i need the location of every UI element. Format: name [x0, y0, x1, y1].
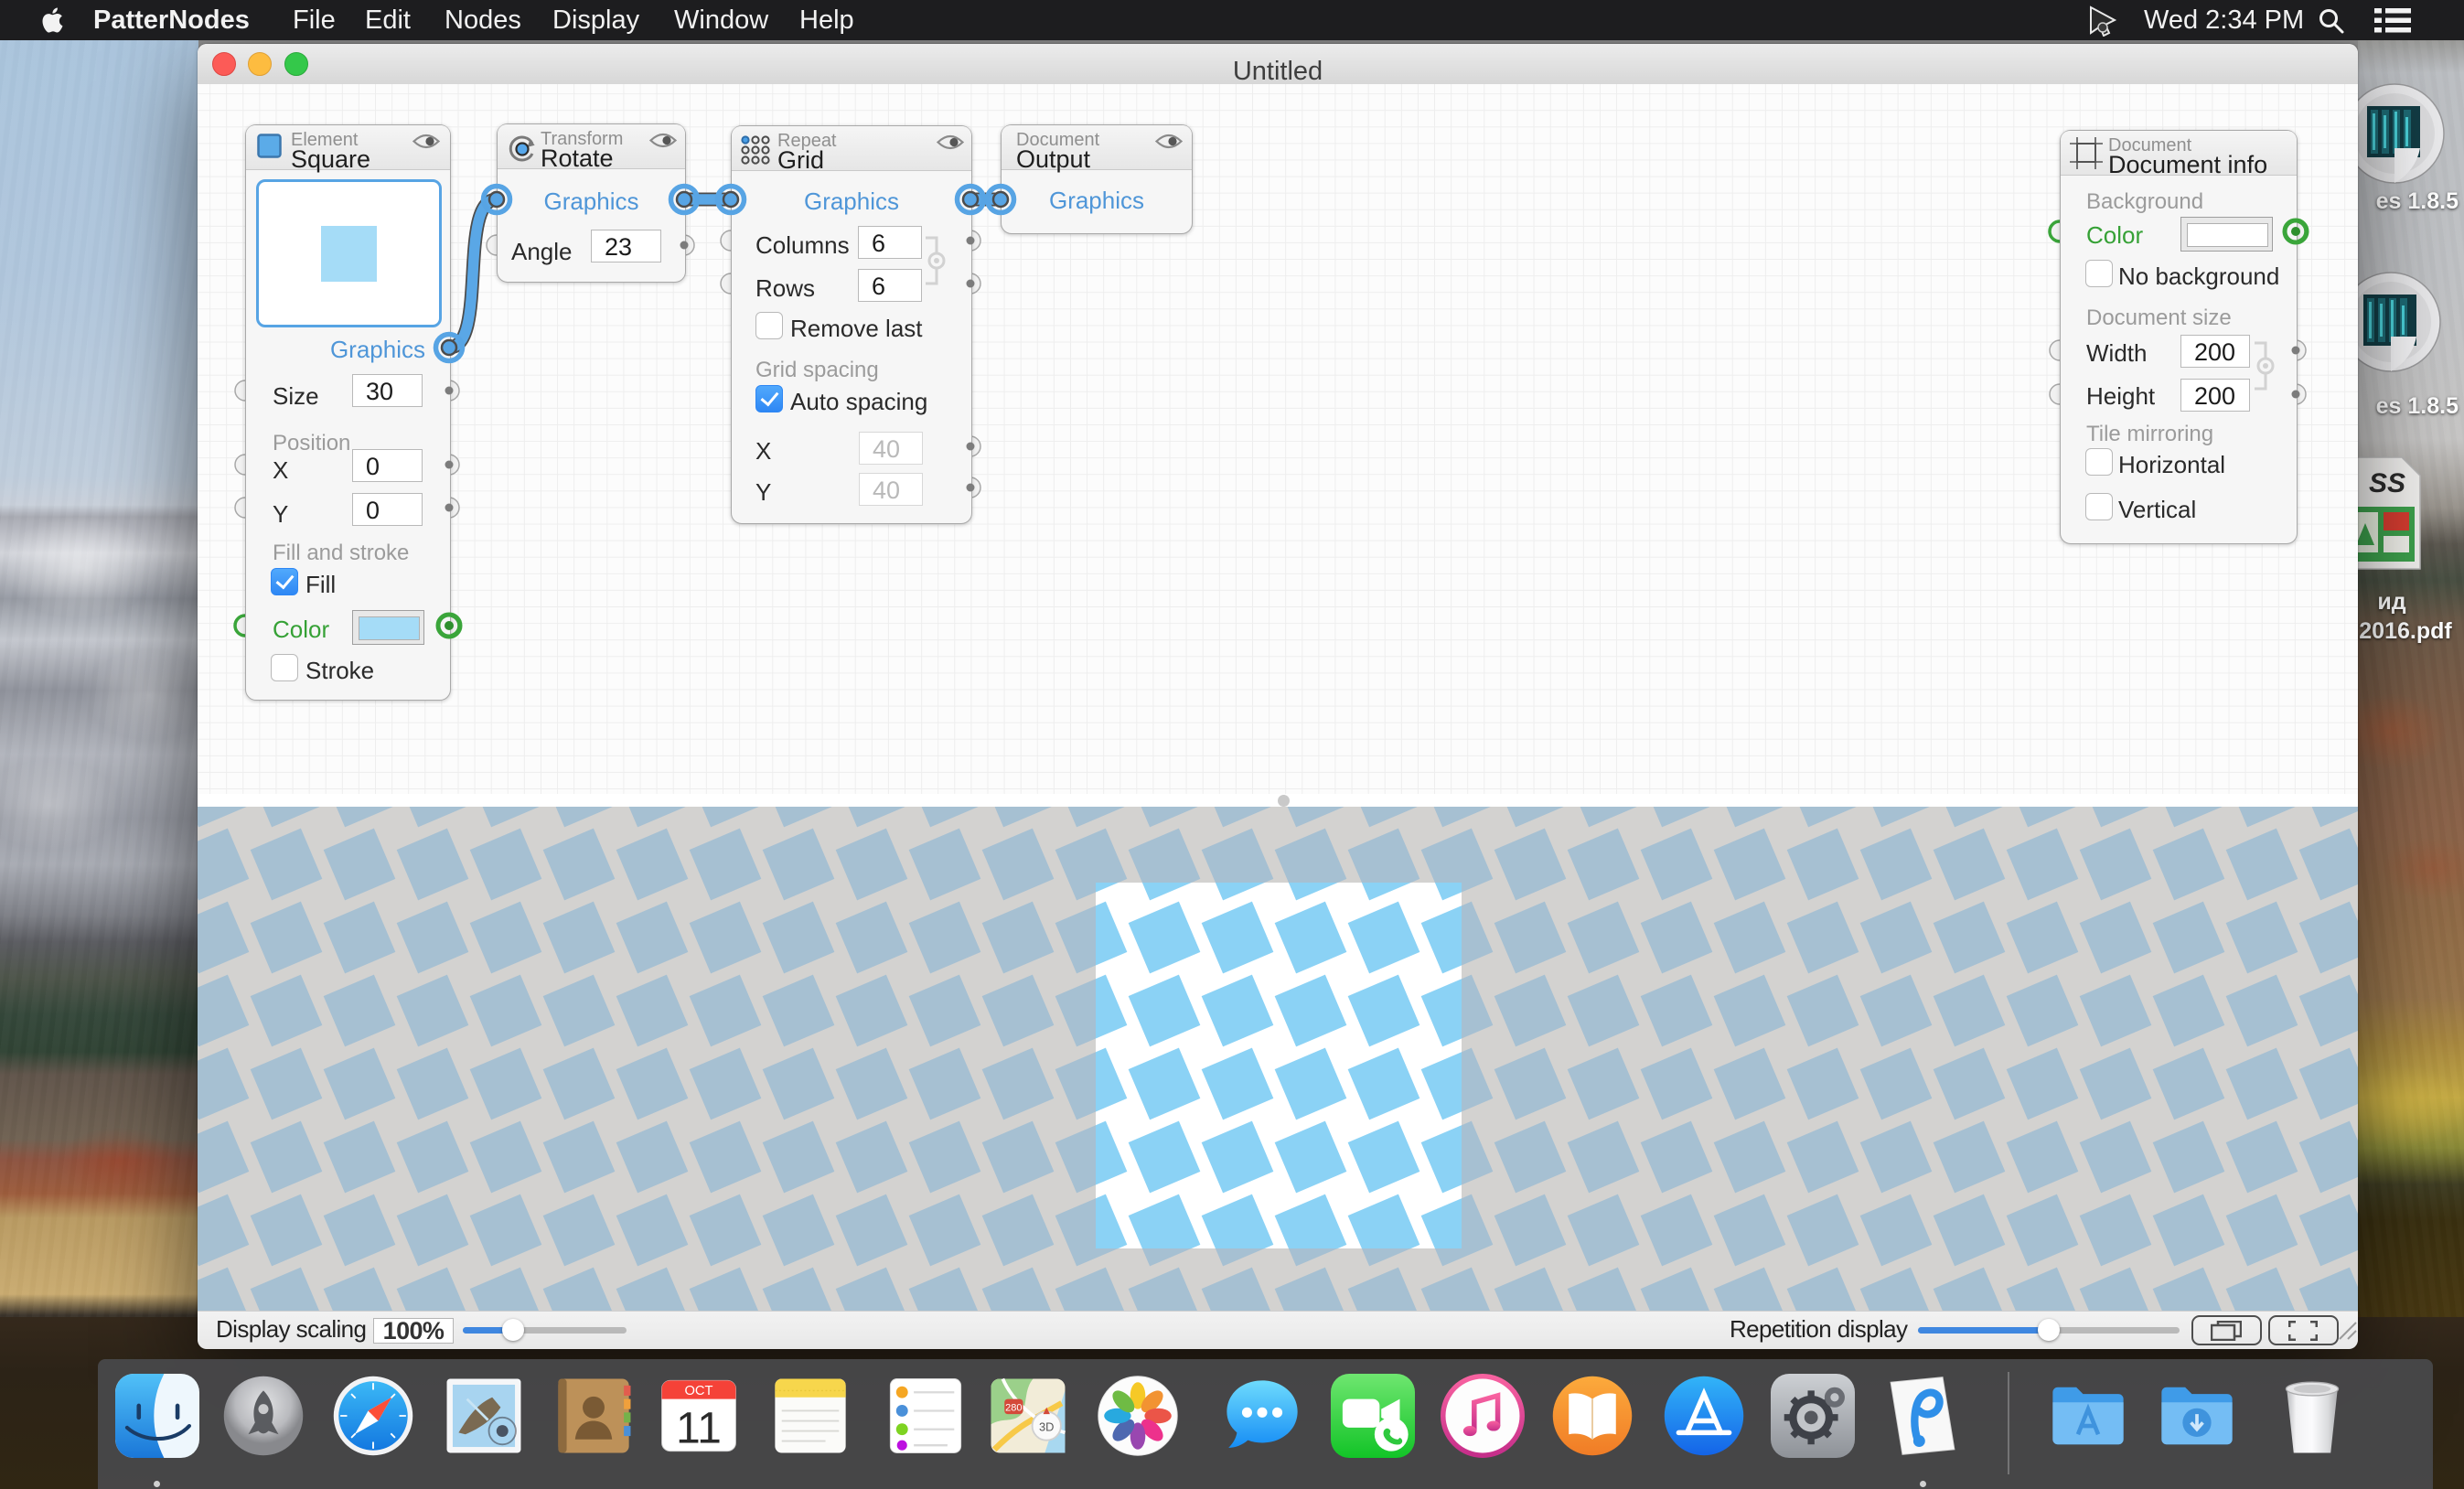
svg-text:280: 280	[1005, 1402, 1022, 1413]
svg-text:11: 11	[676, 1404, 722, 1452]
svg-text:SS: SS	[2369, 468, 2405, 498]
svg-text:3D: 3D	[1039, 1420, 1054, 1434]
svg-text:OCT: OCT	[684, 1384, 712, 1398]
